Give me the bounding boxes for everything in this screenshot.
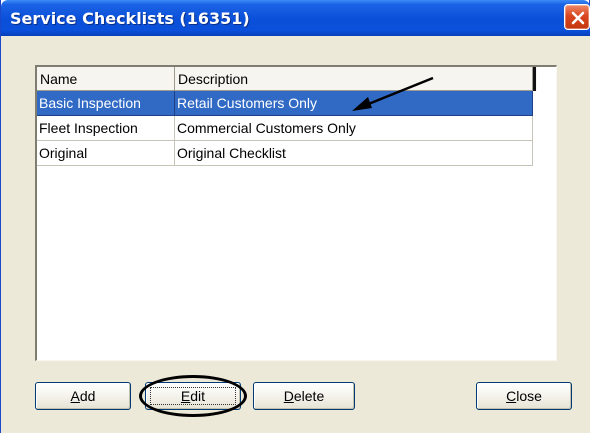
table-row[interactable]: Basic Inspection Retail Customers Only — [37, 91, 533, 116]
row-description-cell: Original Checklist — [175, 141, 533, 166]
delete-button[interactable]: Delete — [253, 382, 355, 410]
service-checklists-window: Service Checklists (16351) Name Descript… — [0, 0, 590, 433]
row-description-cell: Commercial Customers Only — [175, 116, 533, 141]
close-button[interactable]: Close — [476, 382, 572, 410]
title-bar[interactable]: Service Checklists (16351) — [1, 0, 590, 36]
window-title: Service Checklists (16351) — [10, 9, 250, 28]
add-button[interactable]: Add — [35, 382, 131, 410]
add-mnemonic: A — [70, 388, 80, 404]
title-close-button[interactable] — [564, 4, 590, 30]
column-header-name[interactable]: Name — [37, 67, 175, 91]
annotation-circle — [139, 375, 247, 417]
close-x-icon — [571, 11, 585, 25]
row-description-cell: Retail Customers Only — [175, 91, 533, 116]
column-header-description[interactable]: Description — [175, 67, 533, 91]
table-row[interactable]: Fleet Inspection Commercial Customers On… — [37, 116, 533, 141]
delete-label-rest: elete — [293, 388, 325, 404]
row-name-cell: Basic Inspection — [37, 91, 175, 116]
dialog-client-area: Name Description Basic Inspection Retail… — [1, 36, 590, 433]
row-name-cell: Fleet Inspection — [37, 116, 175, 141]
table-row[interactable]: Original Original Checklist — [37, 141, 533, 166]
close-label-rest: lose — [516, 388, 542, 404]
row-name-cell: Original — [37, 141, 175, 166]
add-label-rest: dd — [79, 388, 96, 404]
checklist-list[interactable]: Name Description Basic Inspection Retail… — [35, 65, 557, 361]
column-resize-handle[interactable] — [533, 67, 536, 91]
list-header: Name Description — [37, 67, 537, 91]
delete-mnemonic: D — [283, 388, 294, 404]
close-mnemonic: C — [506, 388, 517, 404]
